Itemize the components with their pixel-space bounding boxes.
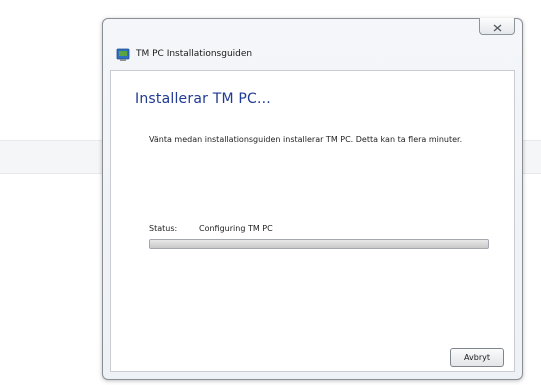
description-text: Vänta medan installationsguiden installe… [149, 135, 463, 144]
title-bar: TM PC Installationsguiden [103, 43, 522, 67]
window-title: TM PC Installationsguiden [136, 49, 253, 59]
close-x-icon [493, 17, 502, 36]
content-panel: Installerar TM PC... Vänta medan install… [110, 70, 515, 372]
progress-bar [149, 239, 489, 249]
progress-bar-fill [150, 240, 488, 248]
status-value: Configuring TM PC [199, 224, 273, 233]
page-heading: Installerar TM PC... [135, 91, 271, 107]
status-label: Status: [149, 224, 178, 233]
cancel-button[interactable]: Avbryt [450, 348, 504, 367]
close-button[interactable] [479, 18, 515, 35]
installer-window: TM PC Installationsguiden Installerar TM… [102, 18, 523, 380]
installer-icon [116, 47, 130, 61]
